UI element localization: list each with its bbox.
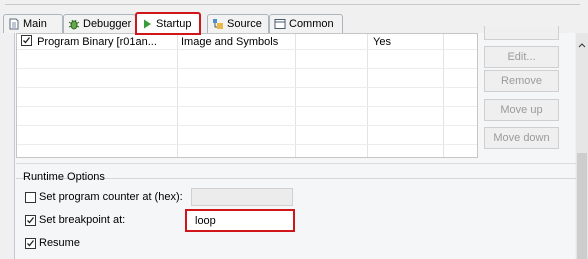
remove-button[interactable]: Remove [484, 70, 559, 92]
move-up-button[interactable]: Move up [484, 99, 559, 121]
tab-source[interactable]: Source [207, 14, 269, 33]
row-name: Program Binary [r01an... [37, 36, 157, 48]
set-breakpoint-option[interactable]: Set breakpoint at: [25, 214, 125, 226]
row-checkbox[interactable] [21, 35, 32, 46]
tab-main[interactable]: Main [3, 14, 63, 33]
resume-label: Resume [39, 237, 80, 249]
tab-source-label: Source [227, 18, 262, 30]
set-pc-option[interactable]: Set program counter at (hex): [25, 191, 183, 203]
tab-startup-label: Startup [156, 17, 192, 30]
play-icon [141, 18, 153, 30]
resume-checkbox[interactable] [25, 237, 36, 249]
tab-common-label: Common [289, 18, 334, 30]
source-icon [212, 18, 224, 30]
window-icon [274, 18, 286, 30]
set-pc-checkbox[interactable] [25, 191, 36, 203]
tab-debugger-label: Debugger [83, 18, 132, 30]
top-button[interactable] [484, 26, 559, 40]
vertical-scrollbar[interactable] [576, 33, 588, 259]
edit-button[interactable]: Edit... [484, 46, 559, 68]
tab-startup[interactable]: Startup [135, 12, 201, 35]
set-pc-label: Set program counter at (hex): [39, 191, 183, 203]
scrollbar-thumb[interactable] [577, 153, 587, 259]
set-breakpoint-label: Set breakpoint at: [39, 214, 126, 226]
tab-common[interactable]: Common [269, 14, 343, 33]
breakpoint-field[interactable]: loop [185, 209, 295, 232]
scroll-up-icon[interactable] [578, 39, 586, 51]
table-row[interactable]: Program Binary [r01an... [21, 35, 157, 49]
runtime-options-title: Runtime Options [23, 171, 105, 183]
set-breakpoint-checkbox[interactable] [25, 214, 36, 226]
tab-main-label: Main [23, 18, 47, 30]
row-type: Image and Symbols [181, 36, 279, 48]
bug-icon [68, 18, 80, 30]
program-counter-field[interactable] [191, 188, 293, 206]
section-divider [16, 163, 576, 164]
row-value: Yes [373, 36, 391, 48]
load-table: Program Binary [r01an... Image and Symbo… [16, 33, 478, 158]
resume-option[interactable]: Resume [25, 237, 80, 249]
document-icon [8, 18, 20, 30]
tab-debugger[interactable]: Debugger [63, 14, 136, 33]
move-down-button[interactable]: Move down [484, 127, 559, 149]
top-divider [5, 4, 580, 5]
